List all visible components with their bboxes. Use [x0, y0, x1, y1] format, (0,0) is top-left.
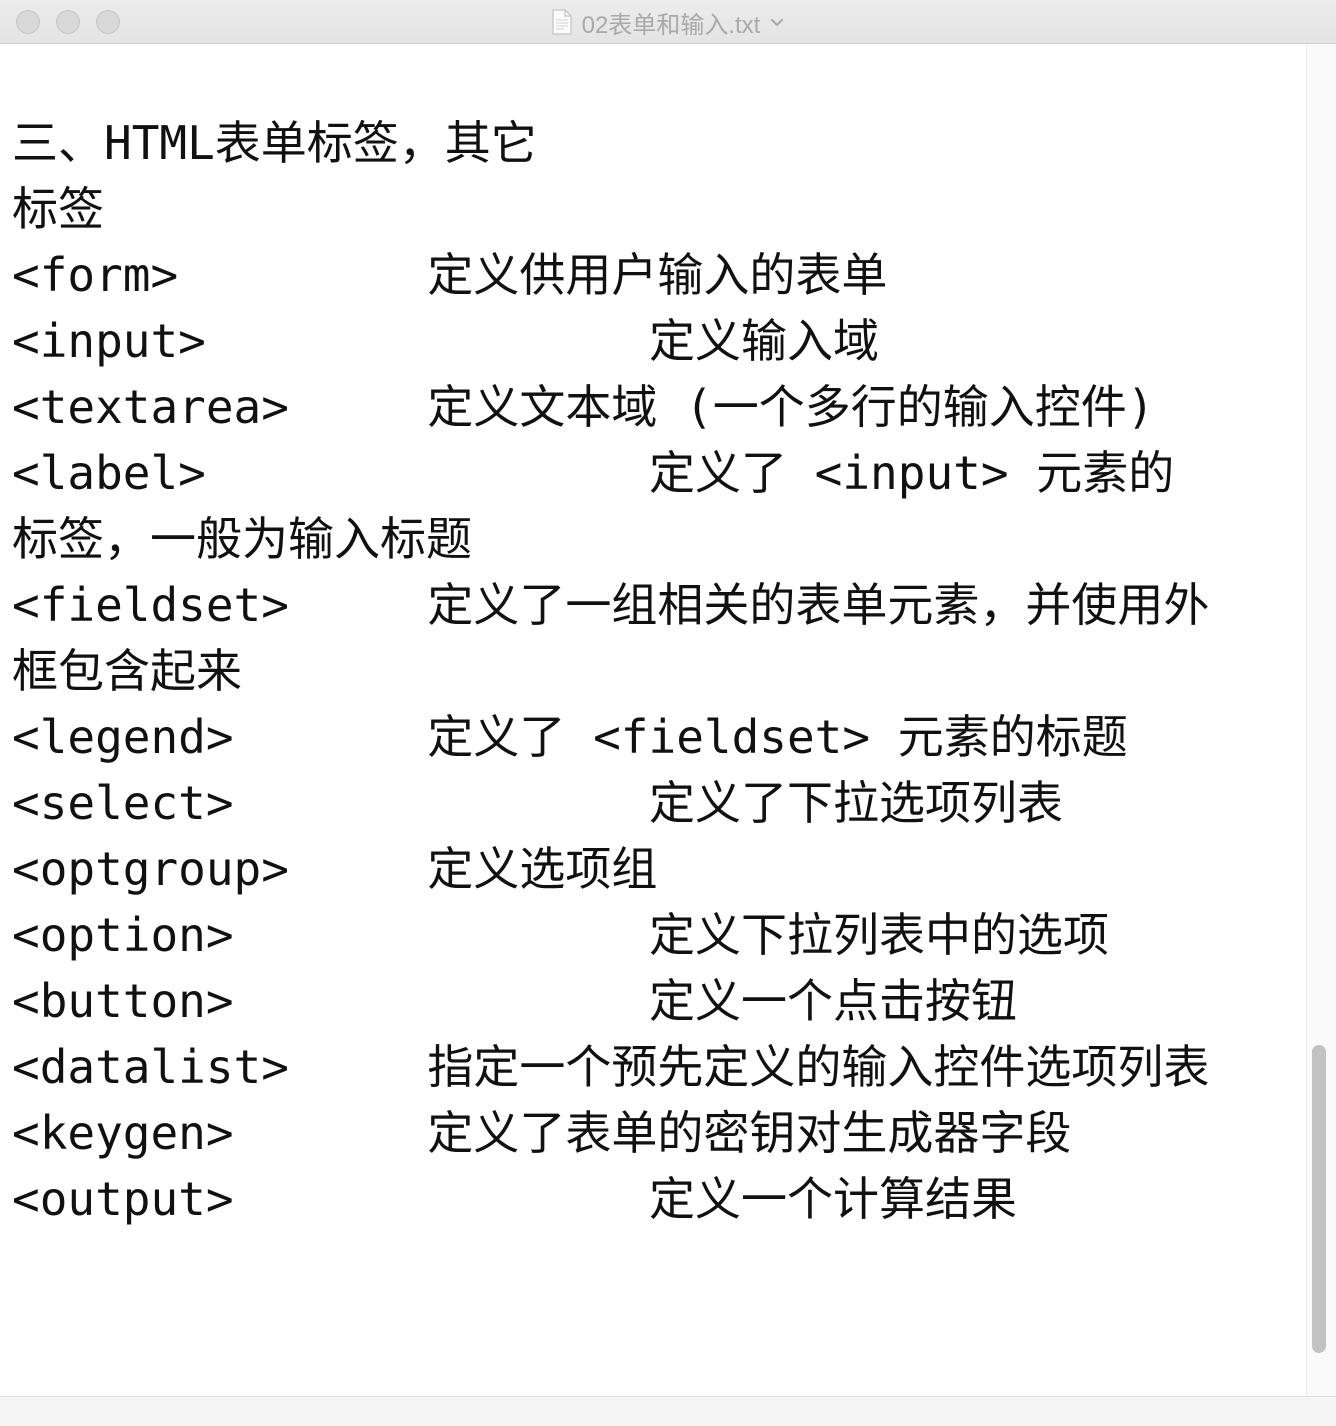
text-line: 标签 描述 — [12, 182, 104, 236]
zoom-window-button[interactable] — [96, 10, 120, 34]
text-line: <fieldset> 定义了一组相关的表单元素，并使用外 — [12, 578, 1210, 632]
text-line: <legend> 定义了 <fieldset> 元素的标题 — [12, 710, 1128, 764]
text-line: <output> 定义一个计算结果 — [12, 1172, 1017, 1226]
window-bottom-edge — [0, 1396, 1336, 1426]
text-line: <datalist> 指定一个预先定义的输入控件选项列表 — [12, 1040, 1210, 1094]
text-line: <label> 定义了 <input> 元素的 — [12, 446, 1175, 500]
text-line: <form> 定义供用户输入的表单 — [12, 248, 888, 302]
chevron-down-icon[interactable] — [770, 18, 784, 28]
window-titlebar: 02表单和输入.txt — [0, 0, 1336, 44]
minimize-window-button[interactable] — [56, 10, 80, 34]
text-line: 三、HTML表单标签，其它 — [12, 116, 537, 170]
document-text: 三、HTML表单标签，其它标签 描述 <form> 定义供用户输入的表单 <inpu… — [12, 110, 1306, 1232]
window-title-area: 02表单和输入.txt — [0, 0, 1336, 44]
text-line: <optgroup> 定义选项组 — [12, 842, 658, 896]
window-title: 02表单和输入.txt — [581, 11, 761, 39]
close-window-button[interactable] — [16, 10, 40, 34]
text-line: <textarea> 定义文本域 (一个多行的输入控件) — [12, 380, 1155, 434]
text-line: <keygen> 定义了表单的密钥对生成器字段 — [12, 1106, 1072, 1160]
text-line: 框包含起来 — [12, 644, 242, 698]
text-line: <option> 定义下拉列表中的选项 — [12, 908, 1109, 962]
text-editor-area[interactable]: 三、HTML表单标签，其它标签 描述 <form> 定义供用户输入的表单 <inpu… — [0, 44, 1306, 1396]
text-document-icon — [552, 9, 572, 35]
vertical-scrollbar-thumb[interactable] — [1312, 1045, 1326, 1353]
text-line: <input> 定义输入域 — [12, 314, 879, 368]
text-line: <button> 定义一个点击按钮 — [12, 974, 1017, 1028]
text-line: 标签，一般为输入标题 — [12, 512, 472, 566]
title-menu[interactable]: 02表单和输入.txt — [552, 5, 785, 40]
text-line: <select> 定义了下拉选项列表 — [12, 776, 1063, 830]
